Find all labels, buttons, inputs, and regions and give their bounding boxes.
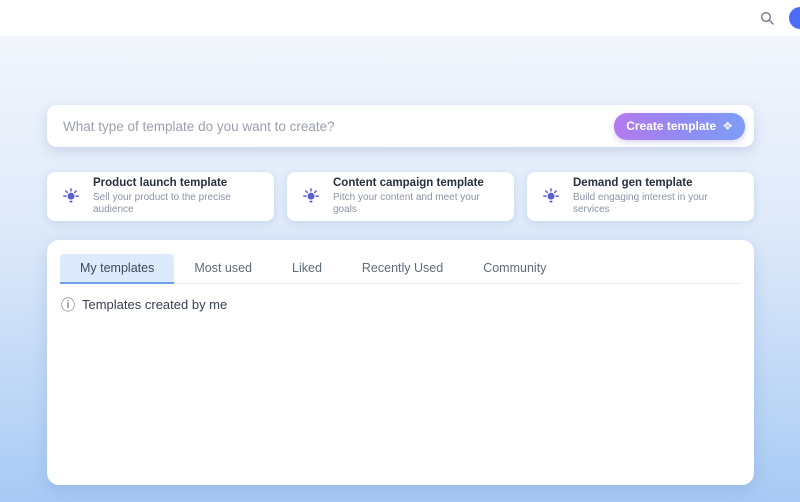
templates-tabs: My templates Most used Liked Recently Us… [60, 254, 741, 284]
card-title: Product launch template [93, 177, 260, 191]
template-prompt-bar: Create template ❖ [47, 105, 754, 147]
avatar[interactable] [789, 7, 800, 29]
template-prompt-input[interactable] [63, 119, 614, 134]
tab-most-used[interactable]: Most used [174, 254, 272, 283]
create-template-button[interactable]: Create template ❖ [614, 113, 745, 140]
card-subtitle: Sell your product to the precise audienc… [93, 192, 260, 216]
info-icon: ⓘ [61, 298, 75, 312]
card-demand-gen-template[interactable]: Demand gen template Build engaging inter… [527, 172, 754, 221]
empty-state: ⓘ Templates created by me [60, 297, 741, 312]
create-template-button-label: Create template [626, 119, 716, 133]
lightbulb-icon [541, 187, 561, 207]
tab-my-templates[interactable]: My templates [60, 254, 174, 283]
card-product-launch-template[interactable]: Product launch template Sell your produc… [47, 172, 274, 221]
empty-state-message: Templates created by me [82, 297, 227, 312]
lightbulb-icon [61, 187, 81, 207]
suggestion-cards-row: Product launch template Sell your produc… [47, 172, 754, 221]
search-icon[interactable] [753, 4, 781, 32]
header-actions [753, 0, 800, 36]
templates-panel: My templates Most used Liked Recently Us… [47, 240, 754, 485]
tab-liked[interactable]: Liked [272, 254, 342, 283]
top-header [0, 0, 800, 36]
sparkle-icon: ❖ [722, 119, 733, 133]
card-subtitle: Build engaging interest in your services [573, 192, 740, 216]
card-title: Content campaign template [333, 177, 500, 191]
tab-recently-used[interactable]: Recently Used [342, 254, 463, 283]
lightbulb-icon [301, 187, 321, 207]
card-content-campaign-template[interactable]: Content campaign template Pitch your con… [287, 172, 514, 221]
tab-community[interactable]: Community [463, 254, 566, 283]
card-title: Demand gen template [573, 177, 740, 191]
card-subtitle: Pitch your content and meet your goals [333, 192, 500, 216]
